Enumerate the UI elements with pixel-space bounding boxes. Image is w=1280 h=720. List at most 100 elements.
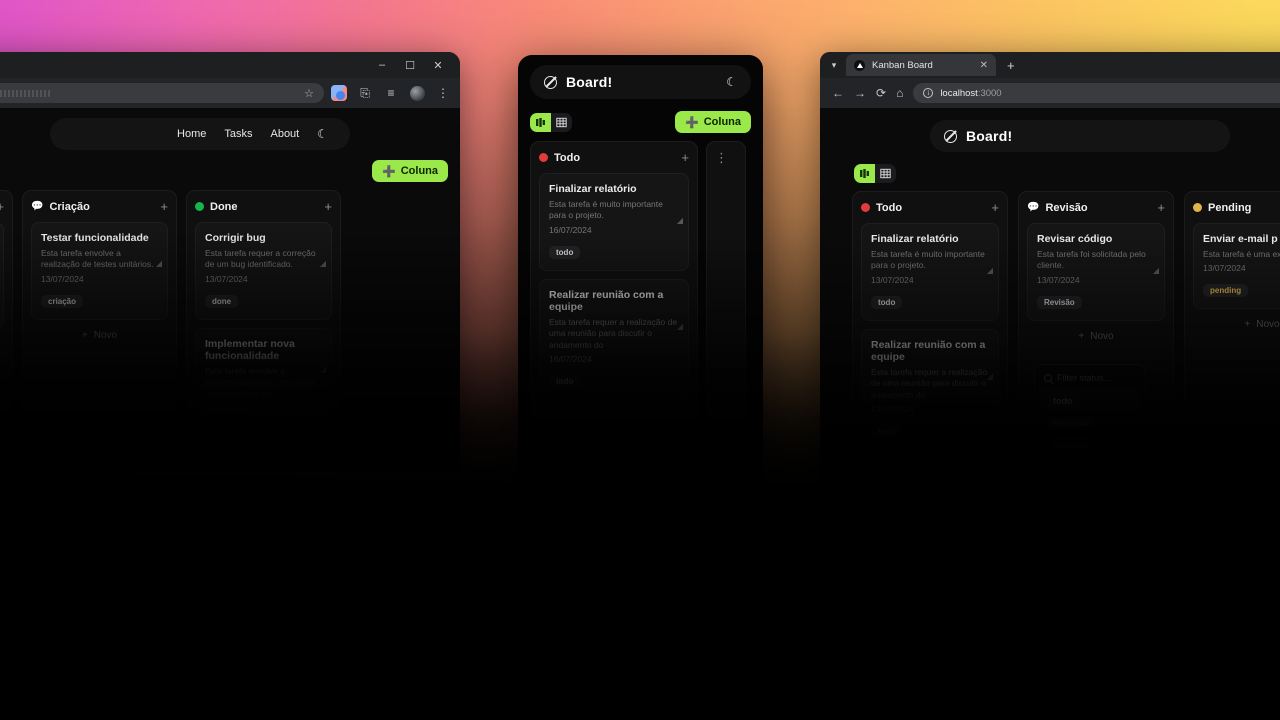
- column-header: 💬 Revisão +: [1027, 200, 1165, 215]
- task-title: Revisar código: [1037, 233, 1113, 245]
- resize-handle-icon[interactable]: ◢: [156, 259, 162, 268]
- kanban-column[interactable]: + ara cliente melhoria no sistema ◢: [0, 190, 13, 469]
- status-option-pending[interactable]: pending: [1040, 434, 1140, 456]
- add-card-icon[interactable]: +: [324, 199, 332, 214]
- resize-handle-icon[interactable]: ◢: [320, 259, 326, 268]
- url-text: localhost:3000: [940, 88, 1001, 99]
- kanban-column-next[interactable]: ⋮: [706, 141, 746, 433]
- right-window-page: Board! Todo + Finalizar relatório Esta t…: [820, 108, 1280, 532]
- status-filter-input[interactable]: [1057, 373, 1136, 383]
- new-card-button[interactable]: + Novo: [31, 328, 168, 341]
- resize-handle-icon[interactable]: ◢: [1153, 266, 1159, 275]
- reading-list-icon[interactable]: ≡: [380, 82, 402, 104]
- kanban-column-todo[interactable]: Todo + Finalizar relatório Esta tarefa é…: [530, 141, 698, 433]
- info-circle-icon[interactable]: i: [923, 88, 934, 98]
- add-card-icon[interactable]: +: [0, 199, 4, 214]
- column-header: Todo +: [539, 150, 689, 165]
- kanban-column-done[interactable]: Done + Corrigir bug Esta tarefa requer a…: [186, 190, 341, 469]
- view-toggle[interactable]: [530, 112, 572, 132]
- task-card[interactable]: ara cliente melhoria no sistema ◢: [0, 222, 4, 330]
- new-card-button[interactable]: + Novo: [539, 408, 689, 421]
- status-option-criacao[interactable]: criação: [1040, 456, 1140, 478]
- add-card-icon[interactable]: +: [991, 200, 999, 215]
- column-title: Revisão: [1045, 201, 1088, 214]
- reload-icon[interactable]: ⟳: [876, 86, 886, 100]
- address-bar[interactable]: ☆: [0, 83, 324, 103]
- plus-icon[interactable]: +: [1000, 58, 1022, 73]
- maximize-icon[interactable]: ☐: [396, 52, 424, 78]
- resize-handle-icon[interactable]: ◢: [677, 322, 683, 331]
- kanban-columns-icon[interactable]: [854, 164, 875, 183]
- browser-window-left[interactable]: – ☐ ✕ ☆ ⎘ ≡ ⋮ Home Tasks About ☾ ➕ Colun…: [0, 52, 460, 472]
- kanban-column-todo[interactable]: Todo + Finalizar relatório Esta tarefa é…: [852, 191, 1008, 470]
- add-column-button[interactable]: ➕ Coluna: [675, 111, 751, 133]
- kanban-columns-icon[interactable]: [530, 112, 551, 132]
- view-toggle[interactable]: [854, 164, 896, 183]
- task-card[interactable]: Implementar nova funcionalidade Esta tar…: [195, 327, 332, 450]
- nav-tasks[interactable]: Tasks: [224, 128, 252, 140]
- moon-stars-icon[interactable]: ☾: [726, 75, 737, 89]
- moon-stars-icon[interactable]: ☾: [317, 127, 328, 141]
- nav-about[interactable]: About: [270, 128, 299, 140]
- split-screen-icon[interactable]: ⎘: [354, 82, 376, 104]
- close-icon[interactable]: ✕: [424, 52, 452, 78]
- task-tag: pending: [1203, 284, 1249, 298]
- task-card[interactable]: Realizar reunião com a equipe Esta taref…: [861, 328, 999, 451]
- arrow-right-icon[interactable]: →: [854, 86, 866, 100]
- status-option-revisao[interactable]: Revisão: [1040, 412, 1140, 434]
- resize-handle-icon[interactable]: ◢: [677, 216, 683, 225]
- resize-handle-icon[interactable]: ◢: [320, 365, 326, 374]
- column-header: Todo +: [861, 200, 999, 215]
- task-tag: criação: [41, 294, 84, 308]
- nav-home[interactable]: Home: [177, 128, 206, 140]
- address-bar-text: [0, 89, 51, 97]
- close-icon[interactable]: ✕: [980, 60, 988, 71]
- task-card[interactable]: Revisar código Esta tarefa foi solicitad…: [1027, 223, 1165, 321]
- minimize-icon[interactable]: –: [368, 52, 396, 78]
- avatar-icon[interactable]: [406, 82, 428, 104]
- kanban-column-criacao[interactable]: 💬 Criação + Testar funcionalidade Esta t…: [22, 190, 177, 469]
- extension-puzzle-icon[interactable]: [328, 82, 350, 104]
- status-filter-search[interactable]: [1040, 370, 1140, 390]
- task-card[interactable]: Finalizar relatório Esta tarefa é muito …: [539, 173, 689, 271]
- kanban-column-pending[interactable]: Pending + Enviar e-mail p Esta tarefa é …: [1184, 191, 1280, 470]
- task-desc: Esta tarefa envolve a realização de test…: [41, 248, 154, 270]
- address-bar[interactable]: i localhost:3000: [913, 83, 1280, 103]
- task-card[interactable]: Corrigir bug Esta tarefa requer a correç…: [195, 222, 332, 320]
- status-option-done[interactable]: done: [1040, 478, 1140, 500]
- resize-handle-icon[interactable]: ◢: [987, 266, 993, 275]
- task-title: Realizar reunião com a equipe: [871, 338, 986, 363]
- url-host: localhost: [940, 87, 978, 99]
- table-grid-icon[interactable]: [551, 113, 572, 132]
- home-icon[interactable]: ⌂: [896, 86, 903, 100]
- task-desc: Esta tarefa é muito importante para o pr…: [549, 199, 663, 221]
- star-icon[interactable]: ☆: [304, 87, 314, 100]
- task-card[interactable]: Testar funcionalidade Esta tarefa envolv…: [31, 222, 168, 320]
- task-date: 13/07/2024: [205, 403, 248, 414]
- status-filter-dropdown[interactable]: todo Revisão pending criação done: [1034, 364, 1146, 506]
- add-card-icon[interactable]: +: [160, 199, 168, 214]
- add-card-icon[interactable]: +: [1157, 200, 1165, 215]
- app-window-center[interactable]: Board! ☾ ➕ Coluna Todo + Finalizar relat…: [518, 55, 763, 485]
- left-window-toolbar: ☆ ⎘ ≡ ⋮: [0, 78, 460, 108]
- ban-circle-icon: [544, 75, 557, 89]
- task-card[interactable]: Realizar reunião com a equipe Esta taref…: [539, 278, 689, 401]
- browser-tab[interactable]: Kanban Board ✕: [846, 54, 996, 76]
- three-dot-menu-icon[interactable]: ⋮: [432, 82, 454, 104]
- add-card-icon[interactable]: ⋮: [715, 150, 728, 166]
- add-card-icon[interactable]: +: [681, 150, 689, 165]
- status-option-todo[interactable]: todo: [1040, 390, 1140, 412]
- task-card[interactable]: Enviar e-mail p Esta tarefa é uma existe…: [1193, 223, 1280, 310]
- column-title: Todo: [876, 201, 903, 214]
- browser-window-right[interactable]: ▾ Kanban Board ✕ + ← → ⟳ ⌂ i localhost:3…: [820, 52, 1280, 532]
- chevron-down-icon[interactable]: ▾: [826, 60, 842, 71]
- arrow-left-icon[interactable]: ←: [832, 86, 844, 100]
- table-grid-icon[interactable]: [875, 164, 896, 183]
- column-header: 💬 Criação +: [31, 199, 168, 214]
- new-card-button[interactable]: + Novo: [1193, 317, 1280, 330]
- plus-icon: +: [1244, 319, 1251, 331]
- resize-handle-icon[interactable]: ◢: [987, 372, 993, 381]
- add-column-button[interactable]: ➕ Coluna: [372, 160, 448, 182]
- new-card-button[interactable]: + Novo: [1027, 329, 1165, 342]
- task-card[interactable]: Finalizar relatório Esta tarefa é muito …: [861, 223, 999, 321]
